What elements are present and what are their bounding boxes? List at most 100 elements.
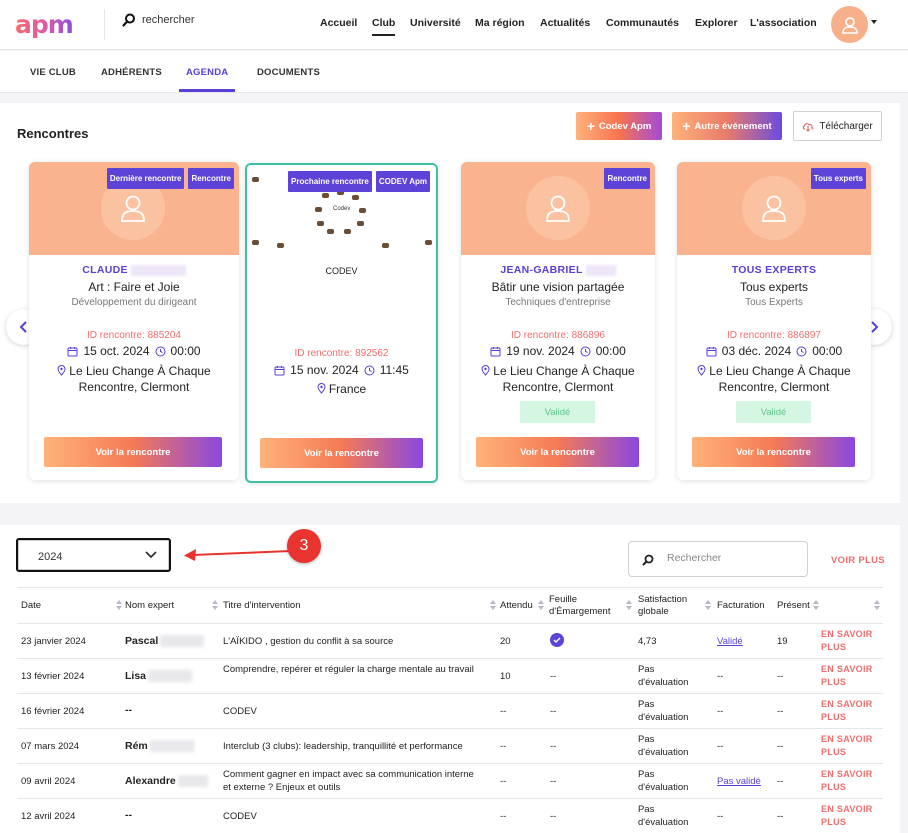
calendar-icon — [490, 346, 501, 356]
rencontre-card: Tous experts TOUS EXPERTS Tous experts T… — [677, 162, 871, 480]
nav-ma-region[interactable]: Ma région — [475, 17, 525, 29]
column-header-satisfaction[interactable]: Satisfaction globale — [638, 586, 711, 626]
rencontre-theme: Tous Experts — [745, 297, 803, 308]
row-attendu: 20 — [500, 636, 511, 647]
row-satisfaction: Pas d'évaluation — [638, 699, 689, 723]
redacted-surname — [585, 264, 616, 276]
facturation-link[interactable]: Validé — [717, 635, 743, 648]
cloud-download-icon — [803, 122, 814, 132]
header-label: Facturation — [717, 600, 765, 611]
chevron-down-icon[interactable] — [871, 20, 877, 24]
nav-universite[interactable]: Université — [410, 17, 461, 29]
row-present: -- — [777, 811, 784, 822]
column-header-date[interactable]: Date — [21, 586, 122, 626]
tab-adherents[interactable]: ADHÉRENTS — [101, 67, 162, 78]
row-feuille: -- — [550, 811, 557, 822]
en-savoir-plus-link[interactable]: EN SAVOIR PLUS — [821, 733, 881, 759]
calendar-icon — [706, 346, 717, 356]
tab-agenda[interactable]: AGENDA — [186, 67, 228, 78]
nav-club[interactable]: Club — [372, 17, 396, 36]
rencontre-time: 00:00 — [812, 344, 843, 358]
status-badge: Validé — [520, 401, 595, 423]
header-label: Satisfaction globale — [638, 594, 688, 617]
voir-rencontre-button[interactable]: Voir la rencontre — [692, 437, 855, 467]
rencontre-date: 03 déc. 2024 — [721, 344, 792, 358]
telecharger-button[interactable]: Télécharger — [793, 111, 882, 141]
row-date: 23 janvier 2024 — [21, 636, 86, 647]
en-savoir-plus-link[interactable]: EN SAVOIR PLUS — [821, 663, 881, 689]
row-feuille: -- — [550, 671, 557, 682]
plus-icon: + — [586, 118, 595, 134]
redacted-surname — [177, 775, 208, 788]
rencontre-place-text: Le Lieu Change À Chaque Rencontre, Clerm… — [493, 364, 635, 394]
row-expert: -- — [125, 704, 132, 716]
column-header-facturation[interactable]: Facturation — [717, 586, 775, 626]
column-header-attendu[interactable]: Attendu — [500, 586, 544, 626]
rencontre-date: 19 nov. 2024 — [506, 344, 575, 358]
column-header-present[interactable]: Présent — [777, 586, 819, 626]
nav-actualites[interactable]: Actualités — [540, 17, 590, 29]
nav-accueil[interactable]: Accueil — [320, 17, 357, 29]
row-expert: Rém — [125, 740, 194, 753]
nav-explorer[interactable]: Explorer — [695, 17, 738, 29]
column-header-feuille[interactable]: Feuille d'Émargement — [549, 586, 632, 626]
user-avatar[interactable] — [831, 6, 868, 43]
tab-documents[interactable]: DOCUMENTS — [257, 67, 320, 78]
row-date: 12 avril 2024 — [21, 811, 76, 822]
active-tab-indicator — [179, 89, 235, 92]
voir-rencontre-button[interactable]: Voir la rencontre — [44, 437, 222, 467]
en-savoir-plus-link[interactable]: EN SAVOIR PLUS — [821, 803, 881, 829]
badge-rencontre: Rencontre — [604, 168, 650, 189]
rencontres-panel: Rencontres + Codev Apm + Autre événement… — [0, 103, 900, 503]
nav-lassociation[interactable]: L'association — [750, 17, 817, 29]
column-header-nom-expert[interactable]: Nom expert — [125, 586, 218, 626]
codev-apm-button[interactable]: + Codev Apm — [576, 112, 662, 140]
voir-plus-link[interactable]: VOIR PLUS — [831, 555, 885, 566]
rencontre-time: 00:00 — [170, 344, 201, 358]
apm-logo[interactable]: apm — [15, 10, 74, 39]
header-label: Attendu — [500, 600, 533, 611]
rencontre-card: Rencontre JEAN-GABRIEL Bâtir une vision … — [461, 162, 655, 480]
rencontre-title: Tous experts — [739, 280, 809, 294]
column-header-titre[interactable]: Titre d'intervention — [223, 586, 496, 626]
clock-icon — [796, 346, 807, 356]
en-savoir-plus-link[interactable]: EN SAVOIR PLUS — [821, 768, 881, 794]
facturation-link[interactable]: Pas validé — [717, 775, 761, 788]
telecharger-label: Télécharger — [819, 120, 873, 132]
row-attendu: -- — [500, 811, 507, 822]
search-icon[interactable] — [122, 13, 136, 27]
user-icon — [121, 195, 145, 222]
rencontre-datetime: 19 nov. 2024 00:00 — [461, 344, 655, 358]
rencontre-place: Le Lieu Change À Chaque Rencontre, Clerm… — [473, 363, 643, 395]
badge-derniere-rencontre: Dernière rencontre — [106, 168, 185, 189]
expert-name: TOUS EXPERTS — [731, 264, 817, 276]
header-search-label[interactable]: rechercher — [142, 14, 195, 26]
row-attendu: -- — [500, 741, 507, 752]
check-icon — [550, 633, 564, 647]
row-feuille: -- — [550, 706, 557, 717]
row-present: -- — [777, 671, 784, 682]
row-attendu: -- — [500, 776, 507, 787]
rencontre-datetime: 15 nov. 2024 11:45 — [247, 363, 436, 377]
tab-vie-club[interactable]: VIE CLUB — [30, 67, 76, 78]
location-pin-icon — [481, 365, 490, 376]
chevron-down-icon — [145, 551, 157, 559]
row-facturation: -- — [717, 741, 724, 752]
status-badge: Validé — [736, 401, 811, 423]
expert-name-text: Pascal — [125, 635, 159, 647]
row-titre: CODEV — [223, 811, 257, 822]
table-search-input[interactable] — [667, 552, 797, 564]
voir-rencontre-button[interactable]: Voir la rencontre — [260, 438, 423, 468]
year-select[interactable]: 2024 — [16, 538, 171, 572]
autre-evenement-button[interactable]: + Autre événement — [672, 112, 782, 140]
en-savoir-plus-link[interactable]: EN SAVOIR PLUS — [821, 628, 881, 654]
redacted-surname — [149, 740, 194, 753]
voir-rencontre-button[interactable]: Voir la rencontre — [476, 437, 639, 467]
table-search-box[interactable] — [628, 541, 808, 577]
en-savoir-plus-link[interactable]: EN SAVOIR PLUS — [821, 698, 881, 724]
row-satisfaction: 4,73 — [638, 636, 657, 647]
location-pin-icon — [57, 365, 66, 376]
row-date: 07 mars 2024 — [21, 741, 80, 752]
row-date: 13 février 2024 — [21, 671, 85, 682]
nav-communautes[interactable]: Communautés — [606, 17, 679, 29]
